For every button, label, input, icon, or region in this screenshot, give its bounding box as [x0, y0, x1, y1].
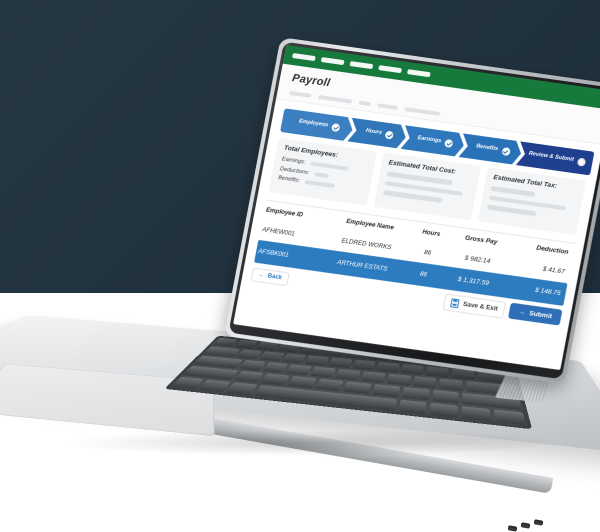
laptop-device: Payroll Employees Hours Earnings Benefit… — [0, 0, 600, 532]
key[interactable] — [372, 384, 401, 398]
floppy-disk-icon — [449, 298, 461, 308]
cell-deduction: $ 148.75 — [534, 286, 562, 297]
key[interactable] — [260, 373, 290, 386]
arrow-left-icon: ← — [258, 272, 266, 280]
key[interactable] — [233, 370, 264, 383]
back-button[interactable]: ← Back — [250, 267, 291, 287]
cell-employee-id: AFSBK001 — [257, 247, 290, 259]
back-button-label: Back — [267, 273, 283, 282]
cell-gross-pay: $ 982.14 — [464, 254, 491, 265]
breadcrumb-placeholder — [377, 103, 398, 111]
breadcrumb-placeholder — [358, 100, 372, 107]
save-and-exit-label: Save & Exit — [462, 300, 499, 313]
key[interactable] — [343, 381, 372, 395]
key[interactable] — [386, 373, 411, 386]
key[interactable] — [262, 362, 289, 374]
key[interactable] — [225, 382, 258, 396]
key[interactable] — [310, 366, 337, 378]
key[interactable] — [493, 409, 526, 426]
card-row-value-placeholder — [309, 161, 349, 171]
card-estimated-total-cost: Estimated Total Cost: — [373, 152, 482, 220]
screen-display: Payroll Employees Hours Earnings Benefit… — [233, 45, 600, 371]
key[interactable] — [304, 355, 330, 366]
key[interactable] — [439, 378, 464, 391]
step-label: Employees — [298, 118, 329, 129]
port — [533, 519, 544, 526]
device-shadow — [60, 430, 560, 456]
navbar-placeholder-item[interactable] — [292, 52, 316, 62]
key[interactable] — [328, 357, 353, 369]
key[interactable] — [432, 389, 460, 404]
navbar-placeholder-item[interactable] — [320, 57, 345, 66]
column-header-gross-pay: Gross Pay — [464, 234, 499, 246]
card-row-label: Deductions: — [279, 165, 310, 176]
column-header-hours: Hours — [421, 228, 441, 238]
breadcrumb-placeholder — [317, 94, 353, 104]
cell-hours: 86 — [419, 270, 428, 279]
submit-button-label: Submit — [528, 310, 553, 321]
cell-employee-id: AFHEW001 — [261, 225, 296, 238]
breadcrumb-placeholder — [404, 107, 441, 117]
cell-hours: 86 — [423, 248, 432, 257]
cell-employee-name: ARTHUR ESTATS — [336, 258, 389, 273]
laptop-screen-assembly: Payroll Employees Hours Earnings Benefit… — [223, 37, 600, 384]
key[interactable] — [398, 399, 427, 415]
submit-button[interactable]: → Submit — [508, 302, 563, 326]
step-label: Earnings — [417, 135, 442, 145]
key[interactable] — [412, 376, 437, 389]
port — [520, 522, 531, 529]
card-value-placeholder — [487, 204, 537, 216]
step-hours[interactable]: Hours — [347, 118, 408, 149]
key[interactable] — [430, 402, 459, 418]
card-row-label: Earnings: — [281, 156, 306, 166]
save-and-exit-button[interactable]: Save & Exit — [442, 292, 507, 319]
key[interactable] — [286, 364, 313, 376]
card-row-value-placeholder — [313, 171, 329, 178]
step-label: Benefits — [475, 143, 499, 153]
check-circle-icon — [444, 139, 453, 148]
step-label: Review & Submit — [528, 150, 575, 164]
hollow-circle-icon — [577, 157, 587, 167]
navbar-placeholder-item[interactable] — [349, 61, 374, 70]
card-total-employees: Total Employees: Earnings: Deductions: B… — [268, 137, 377, 206]
key[interactable] — [401, 363, 424, 376]
key[interactable] — [258, 351, 285, 362]
key[interactable] — [352, 359, 376, 371]
key[interactable] — [461, 406, 492, 422]
key[interactable] — [236, 349, 263, 360]
key[interactable] — [376, 361, 400, 373]
step-label: Hours — [365, 127, 383, 137]
arrow-right-icon: → — [517, 308, 526, 317]
key[interactable] — [198, 379, 231, 393]
check-circle-icon — [331, 123, 340, 132]
key[interactable] — [402, 386, 430, 401]
navbar-placeholder-item[interactable] — [406, 69, 431, 78]
step-benefits[interactable]: Benefits — [459, 133, 524, 165]
card-row-value-placeholder — [304, 179, 335, 188]
card-row-label: Benefits: — [277, 175, 301, 185]
check-circle-icon — [501, 147, 510, 156]
key[interactable] — [238, 359, 266, 371]
column-header-deduction: Deduction — [535, 244, 570, 256]
key[interactable] — [360, 371, 386, 383]
key[interactable] — [287, 375, 317, 389]
cell-deduction: $ 41.67 — [542, 265, 566, 276]
key[interactable] — [315, 378, 345, 392]
card-value-placeholder — [491, 185, 536, 197]
card-estimated-total-tax: Estimated Total Tax: — [478, 167, 587, 235]
navbar-placeholder-item[interactable] — [378, 65, 402, 74]
key[interactable] — [233, 339, 259, 349]
check-circle-icon — [385, 131, 394, 140]
key[interactable] — [426, 366, 449, 378]
port — [507, 525, 518, 532]
key[interactable] — [335, 368, 361, 381]
cell-gross-pay: $ 1,317.59 — [457, 275, 490, 287]
key[interactable] — [281, 353, 307, 364]
breadcrumb-placeholder — [289, 90, 312, 98]
step-earnings[interactable]: Earnings — [401, 125, 467, 157]
